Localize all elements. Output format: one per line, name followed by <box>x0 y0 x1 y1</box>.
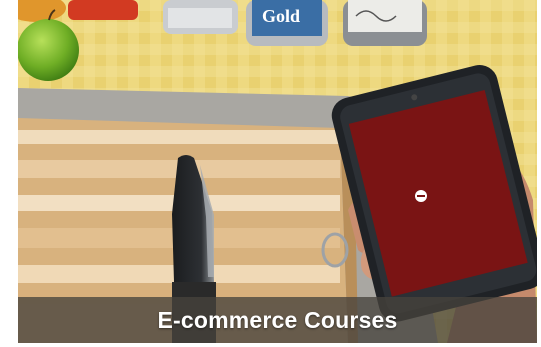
course-card-link[interactable] <box>18 0 537 343</box>
course-card[interactable]: Gold E-commerce Courses <box>18 0 537 343</box>
